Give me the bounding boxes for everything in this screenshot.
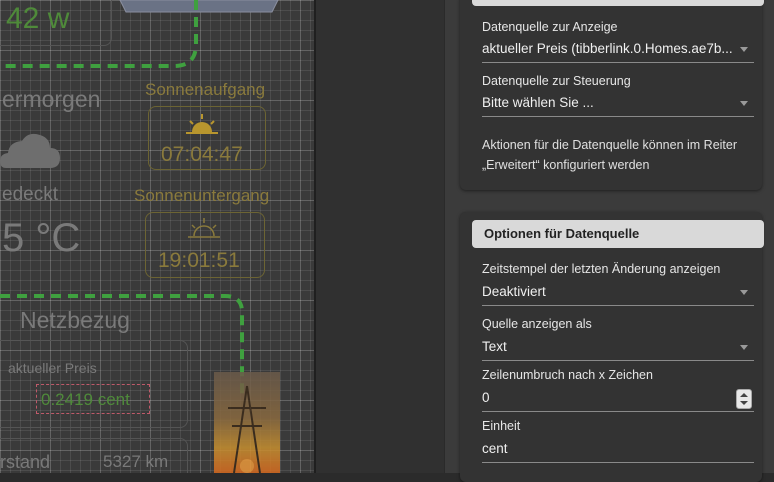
power-pylon-icon: [214, 372, 280, 473]
display-as-value: Text: [482, 339, 507, 354]
sunset-time: 19:01:51: [158, 249, 240, 272]
control-source-select[interactable]: Bitte wählen Sie ...: [482, 92, 754, 117]
control-source-value: Bitte wählen Sie ...: [482, 95, 594, 110]
data-source-info: Aktionen für die Datenquelle können im R…: [482, 138, 738, 172]
panel-divider: [444, 0, 445, 473]
sunset-icon: [188, 218, 220, 238]
editor-canvas[interactable]: 42 w ermorgen edeckt 5 °C Sonnenaufgang …: [0, 0, 316, 473]
timestamp-select[interactable]: Deaktiviert: [482, 281, 754, 306]
chevron-down-icon: [740, 47, 748, 52]
wrap-value: 0: [482, 390, 490, 405]
wrap-label: Zeilenumbruch nach x Zeichen: [482, 368, 653, 382]
display-source-value: aktueller Preis (tibberlink.0.Homes.ae7b…: [482, 41, 733, 56]
price-label: aktueller Preis: [8, 360, 97, 376]
display-as-select[interactable]: Text: [482, 336, 754, 361]
display-source-label: Datenquelle zur Anzeige: [482, 20, 618, 34]
workspace-gap: [316, 0, 444, 473]
chevron-down-icon: [740, 290, 748, 295]
grid-title: Netzbezug: [20, 307, 130, 333]
unit-label: Einheit: [482, 419, 521, 433]
cloud-icon: [0, 133, 60, 168]
timestamp-label: Zeitstempel der letzten Änderung anzeige…: [482, 262, 721, 276]
meter-label: rstand: [0, 452, 51, 472]
temperature-value: 5 °C: [2, 216, 81, 260]
display-source-select[interactable]: aktueller Preis (tibberlink.0.Homes.ae7b…: [482, 38, 754, 63]
unit-input[interactable]: cent: [482, 438, 754, 463]
display-as-label: Quelle anzeigen als: [482, 317, 592, 331]
unit-value: cent: [482, 441, 508, 456]
options-card-title: Optionen für Datenquelle: [472, 220, 764, 248]
sunrise-time: 07:04:47: [161, 143, 243, 166]
weather-text: edeckt: [2, 184, 58, 205]
control-source-label: Datenquelle zur Steuerung: [482, 74, 631, 88]
day-label: ermorgen: [2, 86, 101, 112]
data-source-card-header: [472, 0, 764, 6]
sunrise-icon: [186, 114, 218, 134]
chevron-down-icon: [740, 101, 748, 106]
number-spinner[interactable]: [736, 389, 752, 409]
price-value: 0.2419 cent: [41, 390, 130, 409]
wrap-input[interactable]: 0: [482, 387, 754, 412]
sunset-title: Sonnenuntergang: [134, 186, 270, 205]
sunrise-title: Sonnenaufgang: [145, 80, 266, 99]
timestamp-value: Deaktiviert: [482, 284, 546, 299]
chevron-down-icon: [740, 345, 748, 350]
meter-value: 5327 km: [103, 452, 169, 471]
